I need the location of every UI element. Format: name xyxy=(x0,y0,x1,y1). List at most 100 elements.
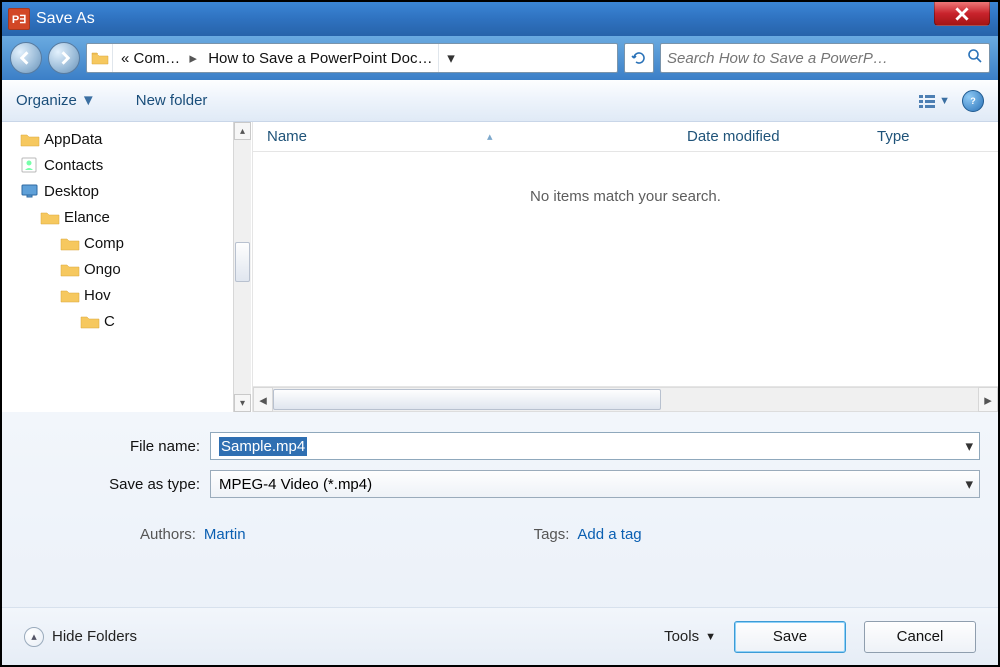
cancel-button[interactable]: Cancel xyxy=(864,621,976,653)
tree-item[interactable]: AppData xyxy=(4,126,251,152)
tree-item[interactable]: Contacts xyxy=(4,152,251,178)
tools-label: Tools xyxy=(664,628,699,645)
tree-item[interactable]: Desktop xyxy=(4,178,251,204)
tools-menu[interactable]: Tools ▼ xyxy=(664,628,716,645)
horizontal-scrollbar[interactable]: ◂ ▸ xyxy=(253,386,998,412)
tree-item-label: Hov xyxy=(84,287,111,304)
search-icon[interactable] xyxy=(967,48,983,68)
breadcrumb-current[interactable]: How to Save a PowerPoint Doc… xyxy=(200,44,438,72)
powerpoint-app-icon: P∃ xyxy=(8,8,30,30)
arrow-left-icon xyxy=(19,51,33,65)
authors-label: Authors: xyxy=(140,526,196,543)
save-button[interactable]: Save xyxy=(734,621,846,653)
desktop-icon xyxy=(20,183,40,199)
new-folder-label: New folder xyxy=(136,92,208,109)
folder-icon xyxy=(40,209,60,225)
filename-label: File name: xyxy=(20,438,210,455)
folder-icon xyxy=(80,313,100,329)
hide-folders-label: Hide Folders xyxy=(52,628,137,645)
help-icon: ? xyxy=(967,95,979,107)
chevron-right-icon: ▸ xyxy=(186,49,200,67)
empty-message: No items match your search. xyxy=(253,152,998,386)
nav-forward-button[interactable] xyxy=(48,42,80,74)
dialog-footer: ▴ Hide Folders Tools ▼ Save Cancel xyxy=(2,607,998,665)
scroll-track[interactable] xyxy=(273,387,978,412)
tags-value[interactable]: Add a tag xyxy=(577,526,641,543)
authors-value[interactable]: Martin xyxy=(204,526,246,543)
column-headers: Name ▴ Date modified Type xyxy=(253,122,998,152)
tree-scrollbar[interactable]: ▴ ▾ xyxy=(233,122,251,412)
savetype-row: Save as type: MPEG-4 Video (*.mp4) ▾ xyxy=(20,470,980,498)
chevron-down-icon: ▼ xyxy=(705,631,716,643)
folder-icon xyxy=(60,287,80,303)
close-window-button[interactable] xyxy=(934,2,990,26)
scroll-up-button[interactable]: ▴ xyxy=(234,122,251,140)
folder-icon xyxy=(20,131,40,147)
column-label: Name xyxy=(267,128,307,145)
tree-item[interactable]: Comp xyxy=(4,230,251,256)
filename-value: Sample.mp4 xyxy=(219,437,307,456)
organize-label: Organize xyxy=(16,92,77,109)
scroll-right-button[interactable]: ▸ xyxy=(978,387,998,412)
scroll-left-button[interactable]: ◂ xyxy=(253,387,273,412)
chevron-down-icon[interactable]: ▾ xyxy=(965,437,973,455)
view-icon xyxy=(918,94,936,108)
toolbar: Organize ▼ New folder ▼ ? xyxy=(2,80,998,122)
meta-row: Authors: Martin Tags: Add a tag xyxy=(20,508,980,543)
titlebar: P∃ Save As xyxy=(2,2,998,36)
save-label: Save xyxy=(773,628,807,645)
organize-button[interactable]: Organize ▼ xyxy=(16,92,96,109)
refresh-icon xyxy=(631,50,647,66)
savetype-select[interactable]: MPEG-4 Video (*.mp4) ▾ xyxy=(210,470,980,498)
tree-item[interactable]: Ongo xyxy=(4,256,251,282)
hide-folders-button[interactable]: ▴ Hide Folders xyxy=(24,627,137,647)
tree-item-label: Desktop xyxy=(44,183,99,200)
scroll-thumb[interactable] xyxy=(235,242,250,282)
nav-back-button[interactable] xyxy=(10,42,42,74)
tree-item-label: Ongo xyxy=(84,261,121,278)
new-folder-button[interactable]: New folder xyxy=(136,92,208,109)
nav-bar: « Com… ▸ How to Save a PowerPoint Doc… ▾ xyxy=(2,36,998,80)
chevron-down-icon: ▼ xyxy=(939,95,950,107)
main-panel: AppData Contacts Desktop Elance Comp Ong… xyxy=(2,122,998,412)
window-title: Save As xyxy=(36,10,95,28)
folder-icon xyxy=(87,44,113,72)
tree-item-label: AppData xyxy=(44,131,102,148)
breadcrumb-dropdown[interactable]: ▾ xyxy=(438,44,462,72)
tree-item-label: Contacts xyxy=(44,157,103,174)
tree-item-label: Comp xyxy=(84,235,124,252)
arrow-right-icon xyxy=(57,51,71,65)
refresh-button[interactable] xyxy=(624,43,654,73)
column-label: Type xyxy=(877,128,910,145)
search-input[interactable] xyxy=(667,50,967,67)
filename-input[interactable]: Sample.mp4 ▾ xyxy=(210,432,980,460)
cancel-label: Cancel xyxy=(897,628,944,645)
tree-item[interactable]: C xyxy=(4,308,251,334)
view-options-button[interactable]: ▼ xyxy=(918,94,950,108)
savetype-label: Save as type: xyxy=(20,476,210,493)
folder-icon xyxy=(60,261,80,277)
svg-text:?: ? xyxy=(970,96,976,106)
column-type[interactable]: Type xyxy=(863,122,998,151)
help-button[interactable]: ? xyxy=(962,90,984,112)
breadcrumb-parent[interactable]: « Com… xyxy=(113,44,186,72)
column-name[interactable]: Name ▴ xyxy=(253,122,673,151)
scroll-down-button[interactable]: ▾ xyxy=(234,394,251,412)
filename-row: File name: Sample.mp4 ▾ xyxy=(20,432,980,460)
chevron-down-icon: ▼ xyxy=(81,92,96,109)
folder-icon xyxy=(60,235,80,251)
breadcrumb[interactable]: « Com… ▸ How to Save a PowerPoint Doc… ▾ xyxy=(86,43,618,73)
collapse-icon: ▴ xyxy=(24,627,44,647)
contacts-icon xyxy=(20,157,40,173)
tree-item[interactable]: Hov xyxy=(4,282,251,308)
chevron-down-icon[interactable]: ▾ xyxy=(965,475,973,493)
scroll-thumb[interactable] xyxy=(273,389,661,410)
search-box[interactable] xyxy=(660,43,990,73)
tree-item[interactable]: Elance xyxy=(4,204,251,230)
column-date-modified[interactable]: Date modified xyxy=(673,122,863,151)
tree-item-label: Elance xyxy=(64,209,110,226)
tags-label: Tags: xyxy=(534,526,570,543)
column-label: Date modified xyxy=(687,128,780,145)
file-list-area: Name ▴ Date modified Type No items match… xyxy=(252,122,998,412)
folder-tree[interactable]: AppData Contacts Desktop Elance Comp Ong… xyxy=(2,122,252,412)
